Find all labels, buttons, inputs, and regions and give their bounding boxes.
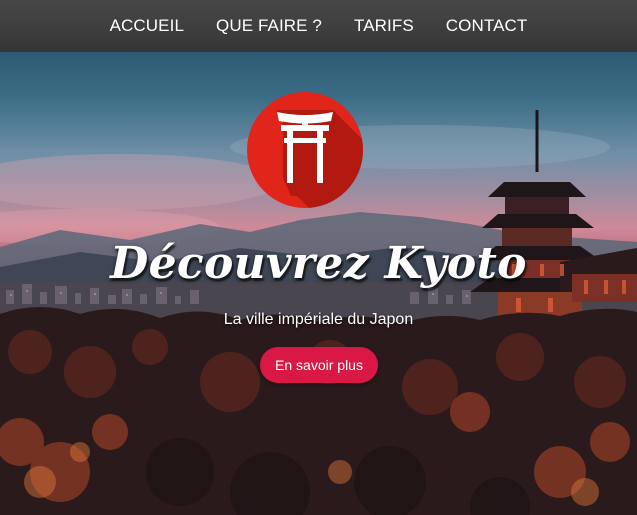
- hero-subtitle: La ville impériale du Japon: [223, 311, 414, 328]
- top-navigation: ACCUEIL QUE FAIRE ? TARIFS CONTACT: [0, 0, 637, 52]
- nav-item-contact[interactable]: CONTACT: [446, 16, 528, 36]
- torii-gate-icon: [247, 92, 363, 208]
- hero-content: Découvrez Kyoto La ville impériale du Ja…: [0, 52, 637, 515]
- hero-title: Découvrez Kyoto: [110, 238, 527, 289]
- nav-item-tarifs[interactable]: TARIFS: [354, 16, 414, 36]
- nav-item-que-faire[interactable]: QUE FAIRE ?: [216, 16, 322, 36]
- learn-more-button[interactable]: En savoir plus: [260, 347, 378, 383]
- page: ACCUEIL QUE FAIRE ? TARIFS CONTACT Décou…: [0, 0, 637, 515]
- hero-section: Découvrez Kyoto La ville impériale du Ja…: [0, 52, 637, 515]
- nav-item-accueil[interactable]: ACCUEIL: [110, 16, 184, 36]
